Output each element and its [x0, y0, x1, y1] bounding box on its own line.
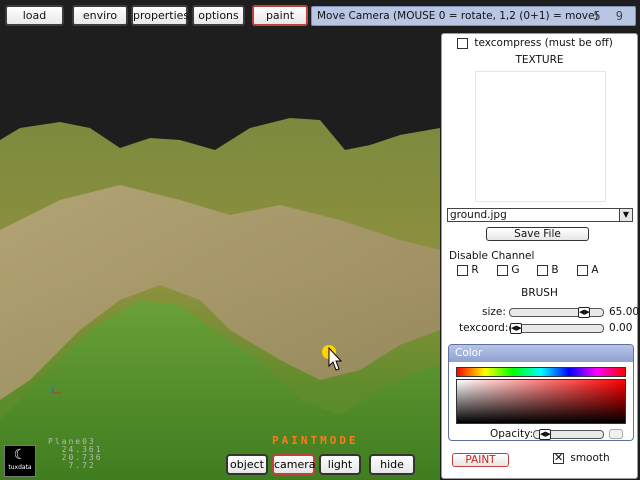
texcoord-label: texcoord:	[459, 322, 509, 334]
paint-panel: texcompress (must be off) TEXTURE ground…	[441, 33, 640, 479]
status-text: Move Camera (MOUSE 0 = rotate, 1,2 (0+1)…	[317, 10, 599, 22]
hue-bar[interactable]	[456, 367, 626, 377]
hide-button[interactable]: hide	[369, 454, 415, 475]
light-button[interactable]: light	[319, 454, 361, 475]
paint-action-button[interactable]: PAINT	[452, 453, 509, 467]
options-button[interactable]: options	[192, 5, 245, 26]
channel-g[interactable]: G	[497, 264, 519, 276]
texture-title: TEXTURE	[515, 54, 564, 66]
app-logo: ☾ tuxdata	[4, 445, 36, 477]
texture-file-value: ground.jpg	[450, 209, 507, 221]
channel-a[interactable]: A	[577, 264, 599, 276]
app-window: load enviro properties options paint Mov…	[0, 0, 640, 480]
size-slider[interactable]: ◀▶	[509, 307, 604, 318]
saturation-value-box[interactable]	[456, 379, 626, 424]
moon-icon: ☾	[13, 447, 27, 463]
opacity-slider[interactable]: ◀▶	[533, 429, 604, 440]
brush-title: BRUSH	[521, 287, 558, 299]
opacity-label: Opacity:	[490, 428, 534, 440]
color-picker: Color Opacity: ◀▶	[448, 344, 634, 441]
size-label: size:	[482, 306, 506, 318]
texcoord-slider[interactable]: ◀▶	[509, 323, 604, 334]
channel-r-label: R	[471, 264, 479, 276]
camera-button[interactable]: camera	[272, 454, 316, 475]
channel-a-label: A	[591, 264, 599, 276]
status-bar: Move Camera (MOUSE 0 = rotate, 1,2 (0+1)…	[311, 6, 636, 26]
chevron-down-icon[interactable]: ▼	[619, 209, 632, 221]
object-button[interactable]: object	[226, 454, 268, 475]
channel-a-checkbox[interactable]	[577, 264, 588, 276]
color-swatch[interactable]	[609, 429, 623, 439]
disable-channel-label: Disable Channel	[449, 250, 535, 262]
mode-label: PAINTMODE	[272, 434, 359, 447]
color-title: Color	[449, 345, 633, 362]
texcompress-option[interactable]: texcompress (must be off)	[457, 37, 613, 49]
properties-button[interactable]: properties	[131, 5, 189, 26]
smooth-label: smooth	[570, 452, 610, 464]
channel-r-checkbox[interactable]	[457, 264, 468, 276]
fps-counter: 5 9	[593, 9, 627, 23]
logo-text: tuxdata	[8, 464, 32, 471]
size-value: 65.00	[609, 306, 640, 318]
channel-g-label: G	[511, 264, 520, 276]
smooth-option[interactable]: smooth	[553, 451, 610, 464]
opacity-slider-thumb[interactable]: ◀▶	[539, 429, 551, 440]
channel-g-checkbox[interactable]	[497, 264, 508, 276]
texture-preview[interactable]	[475, 71, 606, 202]
texture-file-select[interactable]: ground.jpg ▼	[447, 208, 633, 222]
coordinate-readout: Plane03 24.361 20.736 7.72	[48, 437, 103, 470]
save-file-button[interactable]: Save File	[486, 227, 589, 241]
texcoord-slider-thumb[interactable]: ◀▶	[510, 323, 522, 334]
size-slider-thumb[interactable]: ◀▶	[578, 307, 590, 318]
load-button[interactable]: load	[5, 5, 64, 26]
paint-button[interactable]: paint	[252, 5, 308, 26]
channel-b-checkbox[interactable]	[537, 264, 548, 276]
texcompress-label: texcompress (must be off)	[474, 37, 613, 49]
channel-b-label: B	[551, 264, 559, 276]
channel-b[interactable]: B	[537, 264, 559, 276]
smooth-checkbox[interactable]	[553, 451, 564, 464]
enviro-button[interactable]: enviro	[72, 5, 128, 26]
channel-r[interactable]: R	[457, 264, 479, 276]
texcoord-value: 0.00	[609, 322, 633, 334]
texcompress-checkbox[interactable]	[457, 37, 468, 49]
